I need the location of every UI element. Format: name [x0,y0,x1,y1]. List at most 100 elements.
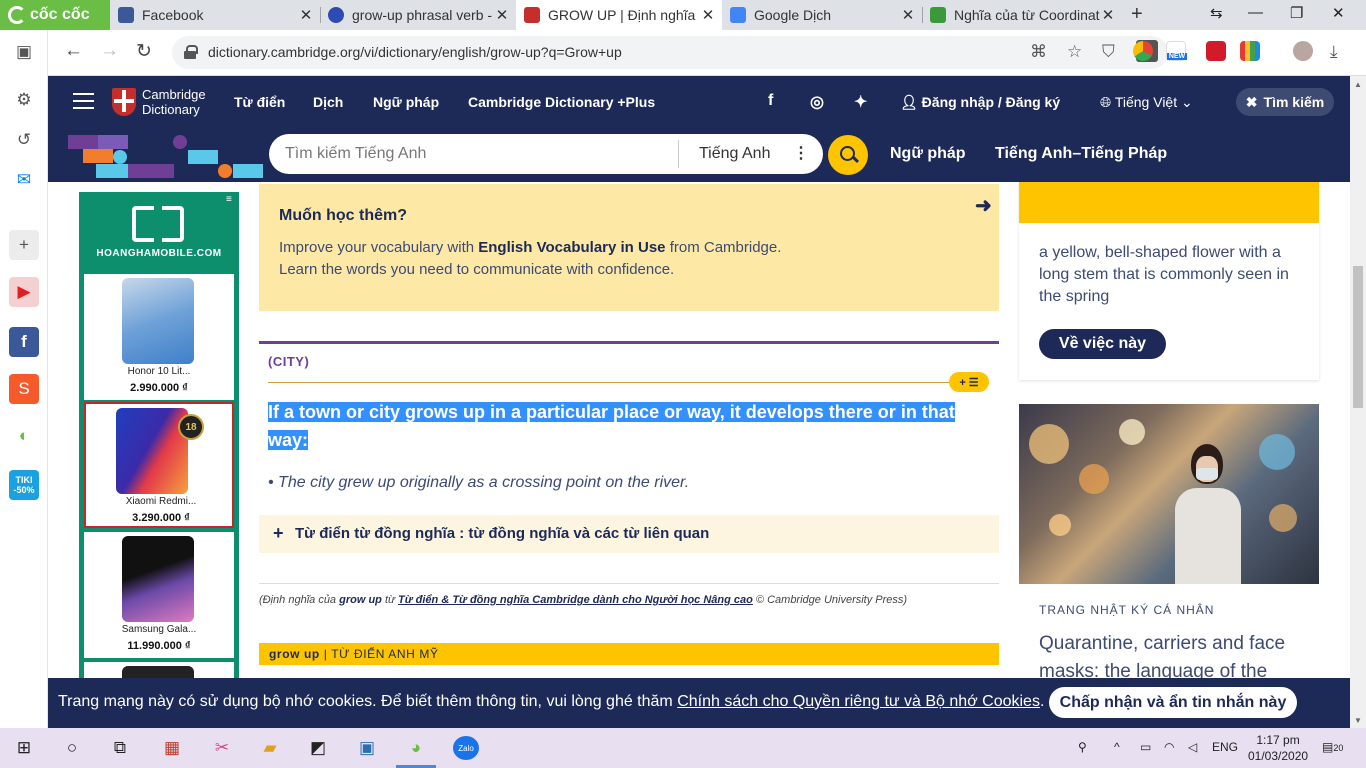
notification-center-icon[interactable]: ▤20 [1322,740,1343,754]
settings-gear-icon[interactable]: ⚙ [9,85,39,115]
tab-coordinate-meaning[interactable]: Nghĩa của từ Coordinat ✕ [922,0,1122,30]
scroll-down-icon[interactable]: ▼ [1354,716,1362,725]
file-explorer-icon[interactable]: ▰ [258,736,282,760]
system-clock[interactable]: 1:17 pm 01/03/2020 [1248,732,1308,764]
task-view-icon[interactable]: ⧉ [108,736,132,760]
nav-translate[interactable]: Dịch [313,94,343,110]
search-box[interactable]: Tìm kiếm Tiếng Anh Tiếng Anh ⋮ [269,134,823,174]
tab-google-translate[interactable]: Google Dịch ✕ [722,0,922,30]
about-this-button[interactable]: Về việc này [1039,329,1166,359]
thesaurus-expander[interactable]: + Từ điển từ đồng nghĩa : từ đồng nghĩa … [259,515,999,553]
close-icon[interactable]: ✕ [494,6,510,24]
facebook-icon[interactable]: f [768,92,773,110]
ad-product[interactable] [84,662,234,678]
globe-icon: 🌐︎ [1100,94,1112,110]
translate-icon[interactable]: ⌘ [1030,42,1047,62]
ad-product[interactable]: Samsung Gala... 11.990.000 ₫ [84,532,234,658]
menu-hamburger-icon[interactable] [73,93,94,109]
arrow-right-icon[interactable]: ➜ [975,193,992,218]
english-french-link[interactable]: Tiếng Anh–Tiếng Pháp [995,145,1167,163]
cambridge-shield-icon[interactable] [112,88,136,116]
instagram-icon[interactable]: ◎ [810,92,824,112]
tab-search-icon[interactable]: ⇆ [1210,4,1223,22]
facebook-icon[interactable]: f [9,327,39,357]
back-arrow-icon[interactable]: ← [64,40,83,62]
page-scrollbar[interactable]: ▲ ▼ [1350,76,1366,728]
coccoc-assistant-icon[interactable]: ◐ [9,421,39,451]
promo-line-2: Learn the words you need to communicate … [279,261,675,278]
url-text[interactable]: dictionary.cambridge.org/vi/dictionary/e… [208,44,622,60]
history-icon[interactable]: ↺ [9,125,39,155]
nav-plus[interactable]: Cambridge Dictionary +Plus [468,94,655,110]
ad-product[interactable]: Honor 10 Lit... 2.990.000 ₫ [84,274,234,400]
more-options-icon[interactable]: ⋮ [793,143,809,163]
volume-icon[interactable]: ◁ [1188,740,1197,754]
language-selector[interactable]: 🌐︎ Tiếng Việt ⌄ [1100,94,1193,111]
dictionary-selector[interactable]: Tiếng Anh [699,145,770,163]
reload-icon[interactable]: ↻ [136,40,152,63]
definition-text[interactable]: If a town or city grows up in a particul… [268,398,968,454]
people-icon[interactable]: ⚲ [1078,740,1087,754]
extension-new-icon[interactable]: NEW [1166,41,1187,61]
privacy-policy-link[interactable]: Chính sách cho Quyền riêng tư và Bộ nhớ … [677,693,1040,710]
extension-red-icon[interactable] [1206,41,1226,61]
chevron-up-icon[interactable]: ^ [1114,740,1120,754]
nav-dictionary[interactable]: Từ điển [234,94,285,110]
learn-more-promo[interactable]: Muốn học thêm? Improve your vocabulary w… [259,184,999,311]
window-close-button[interactable]: ✕ [1332,4,1345,22]
close-icon[interactable]: ✕ [1100,6,1116,24]
add-to-wordlist-button[interactable]: + ☰ [949,372,989,392]
tiki-icon[interactable]: TIKI -50% [9,470,39,500]
messenger-icon[interactable]: ✉ [9,165,39,195]
app-icon[interactable]: ◩ [306,736,330,760]
tab-facebook[interactable]: Facebook ✕ [110,0,320,30]
maximize-button[interactable]: ❐ [1290,4,1303,22]
input-language[interactable]: ENG [1212,740,1238,754]
accept-cookies-button[interactable]: Chấp nhận và ẩn tin nhắn này [1049,687,1297,718]
app-icon[interactable]: ▣ [355,736,379,760]
grammar-link[interactable]: Ngữ pháp [890,145,966,163]
profile-avatar[interactable] [1293,41,1313,61]
shopee-icon[interactable]: S [9,374,39,404]
app-icon[interactable]: ▦ [160,736,184,760]
windows-start-icon[interactable]: ⊞ [12,736,36,760]
close-icon[interactable]: ✕ [298,6,314,24]
site-logo[interactable]: Cambridge Dictionary [142,87,206,117]
advertisement[interactable]: ≡ HOANGHAMOBILE.COM Honor 10 Lit... 2.99… [79,192,239,678]
close-icon[interactable]: ✕ [900,6,916,24]
coccoc-taskbar-icon[interactable]: ◕ [404,736,428,760]
extension-grid-icon[interactable] [1240,41,1260,61]
scroll-thumb[interactable] [1353,266,1363,408]
nav-grammar[interactable]: Ngữ pháp [373,94,439,110]
youtube-icon[interactable]: ▶ [9,277,39,307]
app-icon[interactable]: ✂ [210,736,234,760]
address-bar[interactable]: dictionary.cambridge.org/vi/dictionary/e… [172,36,1168,69]
wifi-icon[interactable]: ◠ [1164,740,1174,754]
sidebar-panel-icon[interactable]: ▣ [9,37,39,67]
bookmark-star-icon[interactable]: ☆ [1067,42,1082,62]
twitter-icon[interactable]: ✦ [854,92,867,112]
extension-chrome-icon[interactable] [1133,41,1153,61]
cortana-search-icon[interactable]: ○ [60,736,84,760]
zalo-icon[interactable]: Zalo [453,736,479,760]
tab-cambridge-grow-up[interactable]: GROW UP | Định nghĩa ✕ [516,0,722,30]
browser-brand[interactable]: cốc cốc [0,0,110,30]
battery-icon[interactable]: ▭ [1140,740,1151,754]
search-toggle-button[interactable]: ✖ Tìm kiếm [1236,88,1334,116]
blog-card[interactable]: TRANG NHẬT KÝ CÁ NHÂN Quarantine, carrie… [1019,404,1319,684]
shield-icon[interactable]: ⛉ [1102,42,1115,62]
search-button[interactable] [828,135,868,175]
minimize-button[interactable]: — [1248,4,1263,21]
close-icon[interactable]: ✕ [700,6,716,24]
ad-product[interactable]: 18 Xiaomi Redmi... 3.290.000 ₫ [84,402,234,528]
forward-arrow-icon[interactable]: → [100,40,119,62]
download-icon[interactable]: ⤓ [1330,42,1338,62]
ad-menu-icon[interactable]: ≡ [226,194,232,205]
add-sidebar-app-icon[interactable]: + [9,230,39,260]
login-link[interactable]: 👤︎ Đăng nhập / Đăng ký [900,94,1060,111]
tab-grow-up-phrasal[interactable]: grow-up phrasal verb - ✕ [320,0,516,30]
citation-link[interactable]: Từ điển & Từ đồng nghĩa Cambridge dành c… [398,594,753,606]
scroll-up-icon[interactable]: ▲ [1354,80,1362,89]
new-tab-button[interactable]: + [1131,3,1143,26]
search-input[interactable]: Tìm kiếm Tiếng Anh [285,145,426,163]
